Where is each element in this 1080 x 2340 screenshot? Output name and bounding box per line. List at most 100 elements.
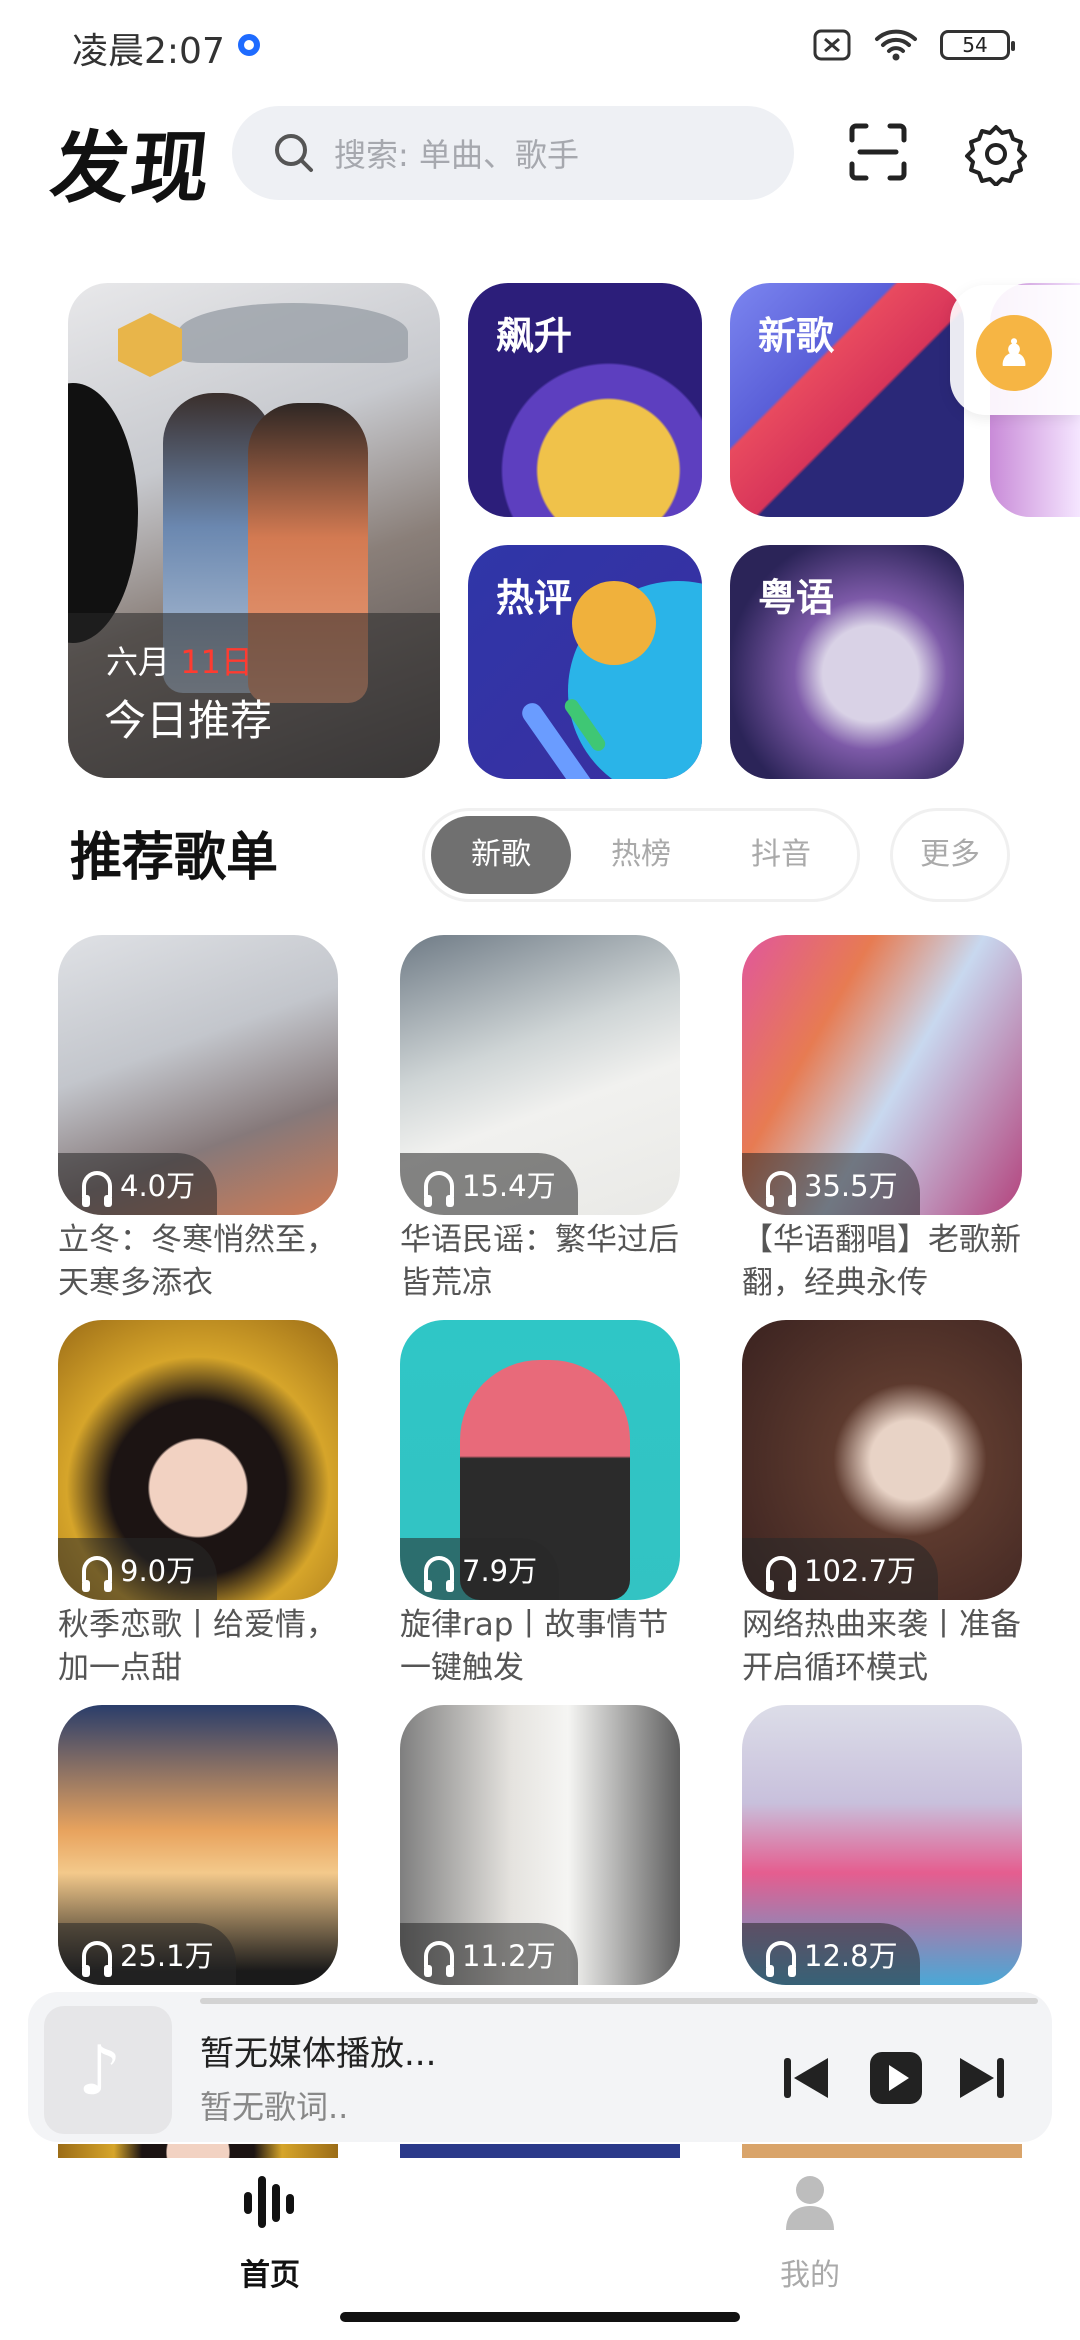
daily-recommend-card[interactable]: 六月 11日 今日推荐 — [68, 283, 440, 778]
cantonese-tile[interactable]: 粤语 — [730, 545, 964, 779]
headphones-icon — [766, 1171, 796, 1207]
headphones-icon — [82, 1556, 112, 1592]
playlist-name: 旋律rap丨故事情节一键触发 — [400, 1607, 669, 1686]
status-bar: 凌晨2:07 54 — [0, 0, 1080, 96]
playback-progress-bar[interactable] — [200, 1998, 1038, 2004]
play-count-value: 4.0万 — [120, 1169, 196, 1203]
playlist-cover: 12.8万 — [742, 1705, 1022, 1985]
playlist-name: 立冬：冬寒悄然至，天寒多添衣 — [58, 1222, 337, 1301]
playlist-cover-peek — [58, 2144, 338, 2158]
wifi-icon — [875, 29, 917, 61]
playlist-card[interactable]: 25.1万 — [58, 1705, 338, 1985]
nav-item-me[interactable]: 我的 — [710, 2170, 910, 2294]
soaring-chart-tile[interactable]: 飙升 — [468, 283, 702, 517]
play-count-value: 102.7万 — [804, 1554, 917, 1588]
play-count: 4.0万 — [58, 1153, 218, 1215]
location-indicator-icon — [238, 34, 260, 56]
play-count: 35.5万 — [742, 1153, 920, 1215]
status-time: 凌晨2:07 — [72, 31, 225, 72]
search-input[interactable]: 搜索: 单曲、歌手 — [232, 106, 794, 200]
play-count: 9.0万 — [58, 1538, 218, 1600]
playlist-cover: 9.0万 — [58, 1320, 338, 1600]
accessibility-float-button[interactable]: ♟ — [950, 285, 1080, 415]
status-icons: 54 — [812, 28, 1015, 62]
today-day: 11日 — [180, 643, 253, 681]
playlist-card[interactable]: 15.4万 华语民谣：繁华过后皆荒凉 — [400, 935, 680, 1305]
tab-hot-chart[interactable]: 热榜 — [571, 816, 711, 894]
nav-label-home: 首页 — [240, 2258, 300, 2293]
top-header: 发现 搜索: 单曲、歌手 — [0, 100, 1080, 214]
playlist-card[interactable]: 12.8万 — [742, 1705, 1022, 1985]
playlist-cover: 4.0万 — [58, 935, 338, 1215]
play-count: 25.1万 — [58, 1923, 236, 1985]
playlist-cover-peek — [742, 2144, 1022, 2158]
now-playing-title: 暂无媒体播放... — [200, 2034, 437, 2074]
play-count: 15.4万 — [400, 1153, 578, 1215]
play-count: 11.2万 — [400, 1923, 578, 1985]
section-title: 推荐歌单 — [70, 828, 279, 888]
next-track-icon[interactable] — [952, 2048, 1012, 2108]
now-playing-lyrics: 暂无歌词.. — [200, 2088, 349, 2126]
tile-label: 热评 — [496, 576, 573, 620]
playlist-card[interactable]: 4.0万 立冬：冬寒悄然至，天寒多添衣 — [58, 935, 338, 1305]
playlist-cover: 7.9万 — [400, 1320, 680, 1600]
tab-douyin[interactable]: 抖音 — [711, 816, 851, 894]
battery-level: 54 — [962, 33, 988, 57]
search-placeholder: 搜索: 单曲、歌手 — [334, 136, 579, 174]
nav-label-me: 我的 — [780, 2258, 840, 2293]
headphones-icon — [424, 1556, 454, 1592]
headphones-icon — [424, 1941, 454, 1977]
previous-track-icon[interactable] — [776, 2048, 836, 2108]
play-count: 7.9万 — [400, 1538, 560, 1600]
playlist-cover: 102.7万 — [742, 1320, 1022, 1600]
play-count-value: 35.5万 — [804, 1169, 898, 1203]
nav-item-home[interactable]: 首页 — [170, 2170, 370, 2294]
music-note-icon: ♪ — [78, 2032, 122, 2111]
playlist-tabs: 新歌 热榜 抖音 — [422, 808, 860, 902]
play-count-value: 12.8万 — [804, 1939, 898, 1973]
vinyl-disc-icon — [68, 383, 138, 643]
settings-gear-icon[interactable] — [964, 122, 1028, 186]
playlist-cover: 11.2万 — [400, 1705, 680, 1985]
today-title: 今日推荐 — [104, 696, 273, 745]
playlist-name: 【华语翻唱】老歌新翻，经典永传 — [742, 1222, 1021, 1301]
playlist-cover: 25.1万 — [58, 1705, 338, 1985]
play-count-value: 25.1万 — [120, 1939, 214, 1973]
tile-label: 新歌 — [758, 314, 835, 358]
play-count: 12.8万 — [742, 1923, 920, 1985]
vip-diamond-icon — [118, 313, 182, 377]
more-button[interactable]: 更多 — [890, 808, 1010, 902]
page-title: 发现 — [46, 124, 217, 214]
playlist-card[interactable]: 102.7万 网络热曲来袭丨准备开启循环模式 — [742, 1320, 1022, 1690]
mini-player[interactable]: ♪ 暂无媒体播放... 暂无歌词.. — [28, 1992, 1052, 2142]
playlist-card[interactable]: 9.0万 秋季恋歌丨给爱情，加一点甜 — [58, 1320, 338, 1690]
gesture-bar[interactable] — [340, 2312, 740, 2322]
tile-decoration — [572, 581, 656, 665]
new-songs-tile[interactable]: 新歌 — [730, 283, 964, 517]
battery-icon: 54 — [940, 30, 1015, 60]
scan-icon[interactable] — [848, 122, 908, 182]
playlist-cover: 35.5万 — [742, 935, 1022, 1215]
playlist-card[interactable]: 7.9万 旋律rap丨故事情节一键触发 — [400, 1320, 680, 1690]
equalizer-icon — [244, 2176, 294, 2228]
play-count: 102.7万 — [742, 1538, 939, 1600]
today-date: 六月 11日 — [106, 637, 253, 683]
playlist-name: 网络热曲来袭丨准备开启循环模式 — [742, 1607, 1021, 1686]
headphones-icon — [424, 1171, 454, 1207]
play-count-value: 9.0万 — [120, 1554, 196, 1588]
playlist-card[interactable]: 35.5万 【华语翻唱】老歌新翻，经典永传 — [742, 935, 1022, 1305]
hot-comments-tile[interactable]: 热评 — [468, 545, 702, 779]
search-icon — [275, 134, 313, 172]
playlist-card[interactable]: 11.2万 — [400, 1705, 680, 1985]
play-icon[interactable] — [866, 2048, 926, 2108]
play-count-value: 15.4万 — [462, 1169, 556, 1203]
tab-new-songs[interactable]: 新歌 — [431, 816, 571, 894]
headphones-icon — [82, 1941, 112, 1977]
play-count-value: 11.2万 — [462, 1939, 556, 1973]
accessibility-icon: ♟ — [976, 315, 1052, 391]
cover-art-umbrella — [178, 303, 408, 363]
playlist-name: 秋季恋歌丨给爱情，加一点甜 — [58, 1607, 337, 1686]
tile-label: 粤语 — [758, 576, 835, 620]
album-art-placeholder: ♪ — [44, 2006, 172, 2134]
playlist-name: 华语民谣：繁华过后皆荒凉 — [400, 1222, 679, 1301]
